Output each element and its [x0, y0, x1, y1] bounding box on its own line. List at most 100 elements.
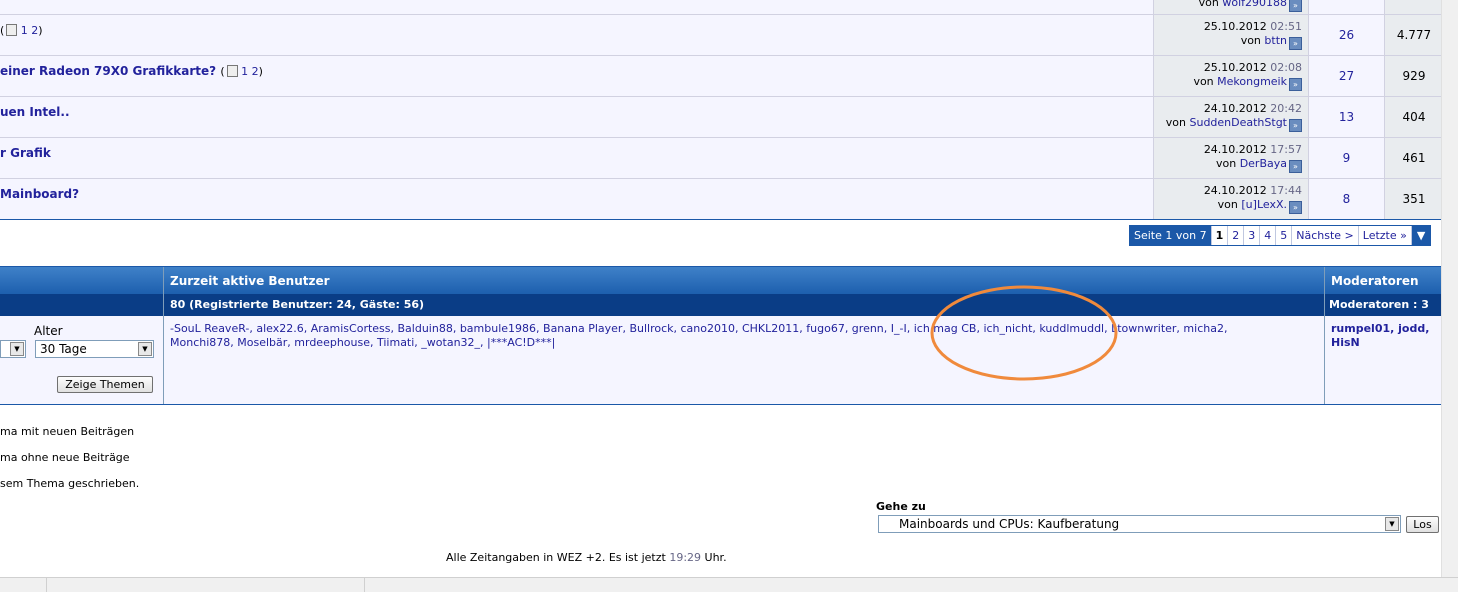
last-post-date: 25.10.2012: [1203, 20, 1267, 33]
thread-title-link[interactable]: uen Intel..: [0, 105, 70, 119]
reply-count[interactable]: [1308, 0, 1384, 14]
reply-count[interactable]: 27: [1308, 56, 1384, 96]
pagination-page-4[interactable]: 4: [1259, 226, 1275, 245]
sort-select[interactable]: ▼: [0, 340, 26, 358]
last-post-cell: von wolf290188»: [1153, 0, 1308, 14]
legend-new-posts: ma mit neuen Beiträgen: [0, 425, 135, 438]
reply-count[interactable]: 8: [1308, 179, 1384, 219]
last-post-user[interactable]: DerBaya: [1240, 157, 1287, 170]
thread-row: ( 1 2)von wolf290188»: [0, 0, 1443, 14]
active-users-heading: Zurzeit aktive Benutzer: [170, 274, 330, 288]
go-to-post-icon[interactable]: »: [1289, 78, 1302, 91]
view-count: 351: [1384, 179, 1443, 219]
last-post-user-line: von bttn»: [1241, 34, 1302, 50]
legend-no-new-posts: ma ohne neue Beiträge: [0, 451, 130, 464]
pages-prefix: (: [220, 65, 225, 78]
thread-title: Mainboard?: [0, 187, 79, 201]
legend-posted-in-thread: sem Thema geschrieben.: [0, 477, 140, 490]
age-select[interactable]: 30 Tage ▼: [35, 340, 154, 358]
thread-title: ( 1 2): [0, 23, 43, 37]
thread-list: ( 1 2)von wolf290188»( 1 2)25.10.2012 02…: [0, 0, 1443, 220]
goto-select[interactable]: Mainboards und CPUs: Kaufberatung ▼: [878, 515, 1401, 533]
pagination-page-5[interactable]: 5: [1275, 226, 1291, 245]
divider: [46, 578, 47, 592]
pagination-last[interactable]: Letzte »: [1357, 226, 1411, 245]
triangle-down-icon[interactable]: ▼: [1410, 226, 1431, 245]
thread-title-link[interactable]: Mainboard?: [0, 187, 79, 201]
view-count: 404: [1384, 97, 1443, 137]
thread-page-link[interactable]: 1: [21, 24, 28, 37]
moderator-list[interactable]: rumpel01, jodd, HisN: [1331, 322, 1429, 350]
chevron-down-icon[interactable]: ▼: [138, 342, 152, 356]
last-post-user-line: von DerBaya»: [1216, 157, 1302, 173]
last-post-user-line: von wolf290188»: [1199, 0, 1302, 12]
goto-select-value: Mainboards und CPUs: Kaufberatung: [899, 517, 1120, 531]
show-threads-button[interactable]: Zeige Themen: [57, 376, 153, 393]
pagination-page-3[interactable]: 3: [1243, 226, 1259, 245]
vertical-scrollbar[interactable]: [1441, 0, 1458, 577]
thread-page-link[interactable]: 2: [252, 65, 259, 78]
last-post-user-line: von SuddenDeathStgt»: [1166, 116, 1302, 132]
by-label: von: [1198, 0, 1219, 9]
thread-page-link[interactable]: 1: [241, 65, 248, 78]
moderator-line[interactable]: rumpel01, jodd,: [1331, 322, 1429, 336]
pages-suffix: ): [258, 65, 263, 78]
go-to-post-icon[interactable]: »: [1289, 160, 1302, 173]
view-count: [1384, 0, 1443, 14]
go-to-post-icon[interactable]: »: [1289, 37, 1302, 50]
chevron-down-icon[interactable]: ▼: [10, 342, 24, 356]
last-post-time: 17:57: [1270, 143, 1302, 156]
last-post-user[interactable]: SuddenDeathStgt: [1189, 116, 1287, 129]
moderators-heading: Moderatoren: [1331, 274, 1419, 288]
go-to-post-icon[interactable]: »: [1289, 201, 1302, 214]
online-count: 80 (Registrierte Benutzer: 24, Gäste: 56…: [170, 298, 425, 311]
current-time: 19:29: [669, 551, 702, 564]
online-user-line[interactable]: -SouL ReaveR-, alex22.6, AramisCortess, …: [170, 322, 1320, 336]
highlight-circle: [930, 285, 1118, 381]
go-to-post-icon[interactable]: »: [1289, 119, 1302, 132]
age-label: Alter: [34, 324, 63, 338]
divider: [163, 267, 164, 404]
panel-subheader: 80 (Registrierte Benutzer: 24, Gäste: 56…: [0, 294, 1441, 316]
last-post-user[interactable]: wolf290188: [1222, 0, 1287, 9]
multipage-icon: [226, 65, 238, 77]
last-post-user[interactable]: Mekongmeik: [1217, 75, 1287, 88]
thread-pages: ( 1 2): [220, 65, 263, 78]
last-post-user[interactable]: bttn: [1264, 34, 1287, 47]
last-post-date: 25.10.2012: [1203, 61, 1267, 74]
by-label: von: [1165, 116, 1186, 129]
pages-suffix: ): [38, 24, 43, 37]
last-post-time: 17:44: [1270, 184, 1302, 197]
online-users-panel: Zurzeit aktive Benutzer Moderatoren 80 (…: [0, 266, 1442, 405]
online-user-list[interactable]: -SouL ReaveR-, alex22.6, AramisCortess, …: [170, 322, 1320, 350]
thread-row: ( 1 2) 25.10.2012 02:51 von bttn» 26 4.777: [0, 14, 1443, 55]
by-label: von: [1240, 34, 1261, 47]
pagination-next[interactable]: Nächste >: [1291, 226, 1358, 245]
reply-count[interactable]: 13: [1308, 97, 1384, 137]
moderator-line[interactable]: HisN: [1331, 336, 1429, 350]
thread-title: einer Radeon 79X0 Grafikkarte? ( 1 2): [0, 64, 263, 78]
last-post-user-line: von [u]LexX.»: [1218, 198, 1302, 214]
go-to-post-icon[interactable]: »: [1289, 0, 1302, 12]
panel-header: Zurzeit aktive Benutzer Moderatoren: [0, 267, 1441, 294]
thread-title-link[interactable]: einer Radeon 79X0 Grafikkarte?: [0, 64, 216, 78]
pagination-current: 1: [1210, 226, 1228, 245]
reply-count[interactable]: 9: [1308, 138, 1384, 178]
thread-pages: ( 1 2): [0, 24, 43, 37]
divider: [364, 578, 365, 592]
timezone-note: Alle Zeitangaben in WEZ +2. Es ist jetzt…: [446, 551, 727, 564]
go-button[interactable]: Los: [1406, 516, 1439, 533]
chevron-down-icon[interactable]: ▼: [1385, 517, 1399, 531]
pagination-page-2[interactable]: 2: [1227, 226, 1243, 245]
view-count: 929: [1384, 56, 1443, 96]
thread-row: einer Radeon 79X0 Grafikkarte? ( 1 2) 25.…: [0, 55, 1443, 96]
last-post-time: 02:51: [1270, 20, 1302, 33]
last-post-datetime: 24.10.2012 20:42: [1204, 102, 1302, 115]
last-post-user[interactable]: [u]LexX.: [1241, 198, 1287, 211]
goto-label: Gehe zu: [876, 500, 926, 513]
thread-title-link[interactable]: r Grafik: [0, 146, 51, 160]
last-post-time: 02:08: [1270, 61, 1302, 74]
online-user-line[interactable]: Monchi878, Moselbär, mrdeephouse, Tiimat…: [170, 336, 1320, 350]
last-post-date: 24.10.2012: [1203, 143, 1267, 156]
reply-count[interactable]: 26: [1308, 15, 1384, 55]
